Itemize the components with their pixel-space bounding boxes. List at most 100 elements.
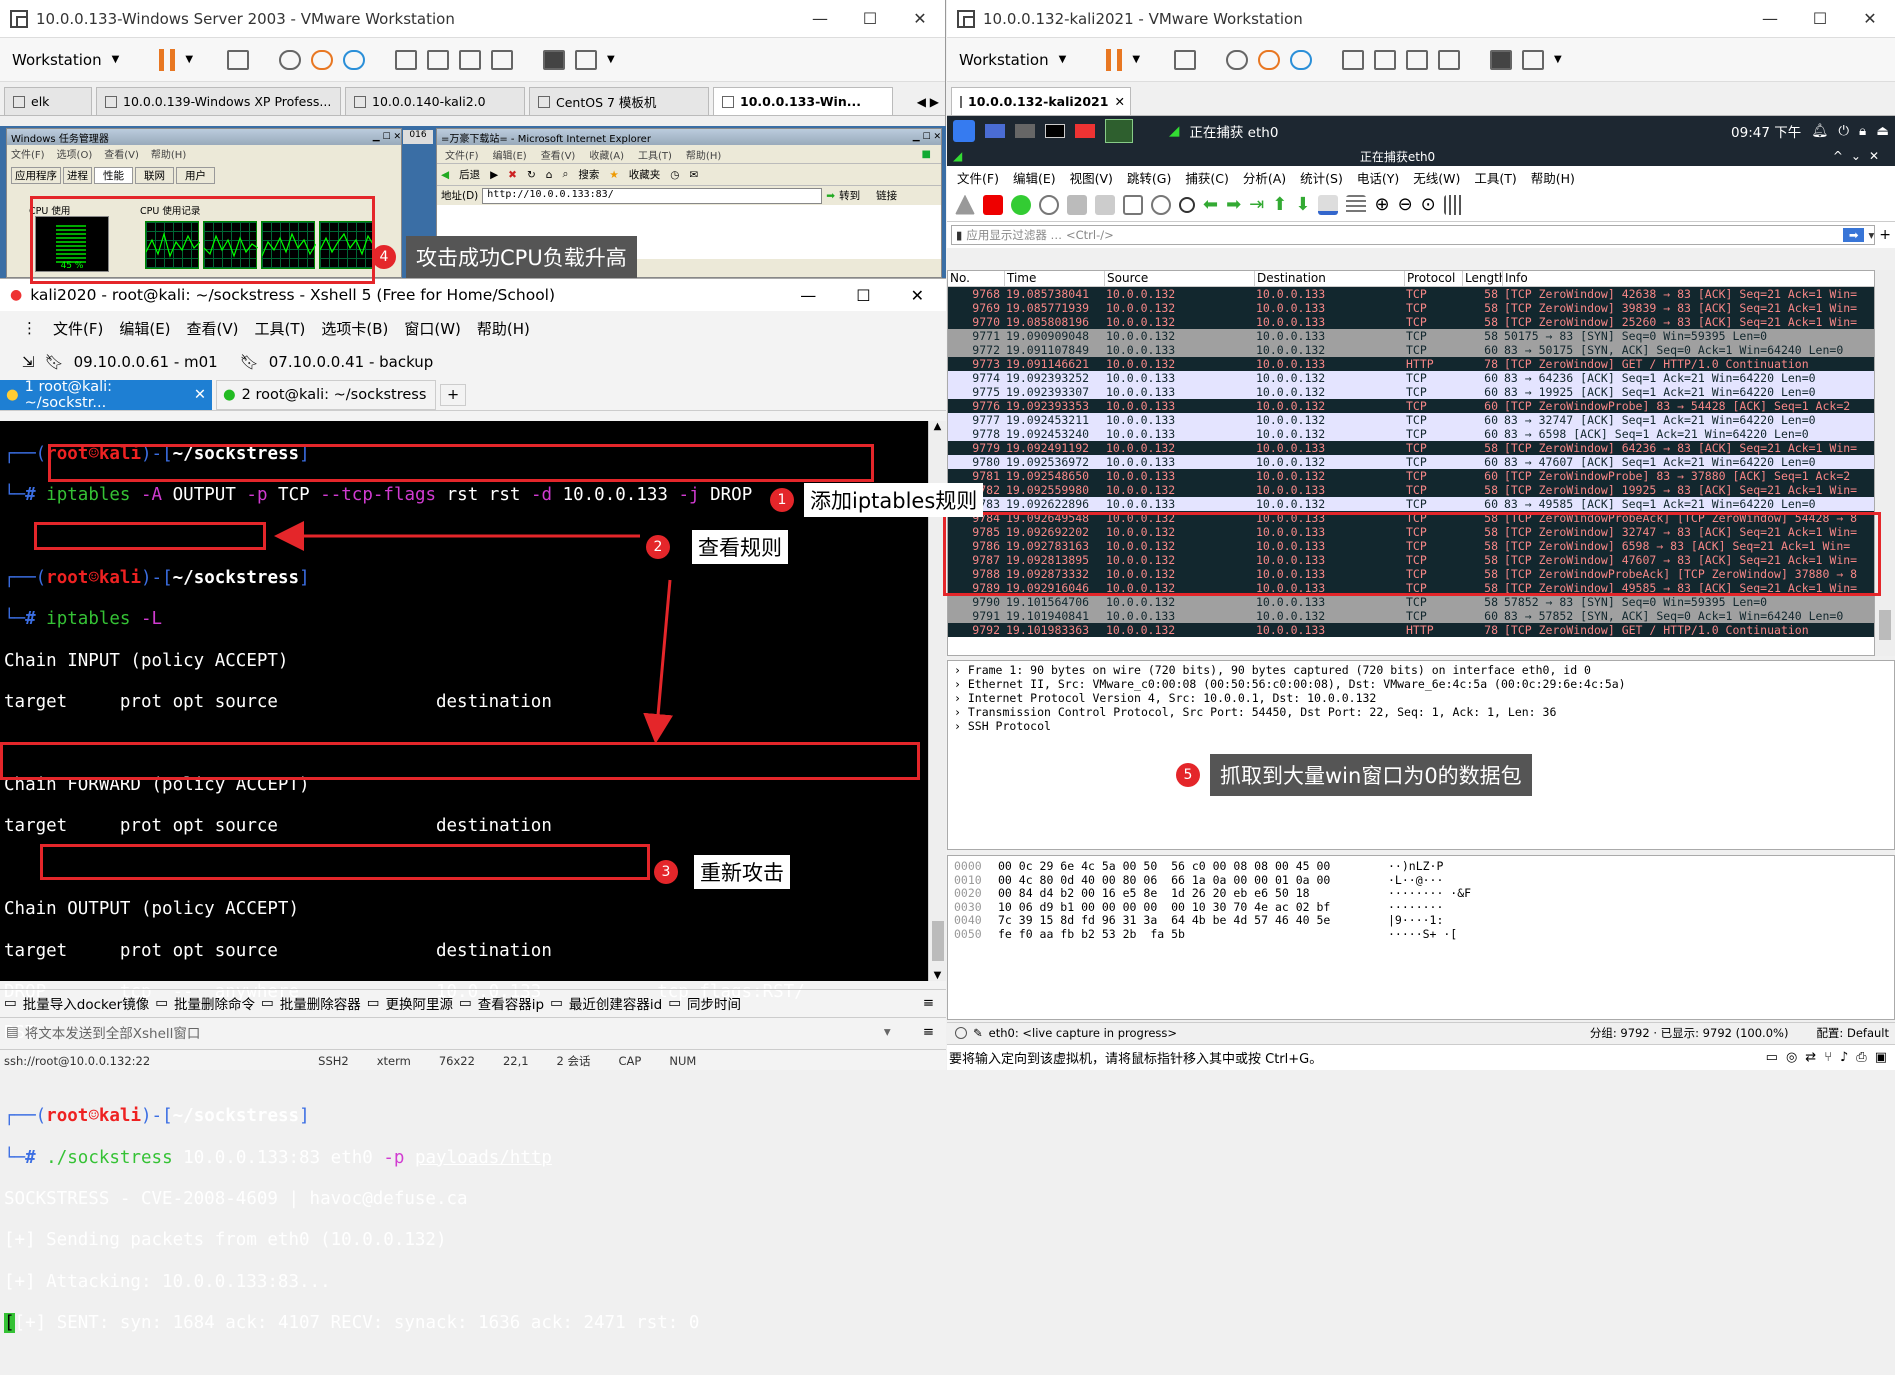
go-to-packet-icon[interactable]: ⇥ <box>1249 194 1264 215</box>
expand-icon[interactable]: › <box>954 691 968 705</box>
apply-filter-icon[interactable]: ➡ <box>1842 228 1865 242</box>
vm-tab-active[interactable]: 10.0.0.132-kali2021 ✕ <box>951 87 1131 115</box>
minimize-button[interactable]: — <box>1745 9 1795 28</box>
scroll-thumb[interactable] <box>1879 610 1891 640</box>
snapshot-manager-icon[interactable] <box>1290 49 1313 70</box>
zoom-normal-icon[interactable]: ⊙ <box>1421 194 1436 215</box>
usb-icon[interactable]: ⑂ <box>1824 1050 1832 1065</box>
packet-row[interactable]: 9768 19.085738041 10.0.0.132 10.0.0.133 TCP 5… <box>948 287 1874 301</box>
column-header-no[interactable]: No. <box>948 271 1004 286</box>
column-header-protocol[interactable]: Protocol <box>1404 271 1462 286</box>
zoom-in-icon[interactable]: ⊕ <box>1374 194 1389 215</box>
menu-item[interactable]: 视图(V) <box>1070 168 1113 187</box>
menu-item[interactable]: 工具(T) <box>1474 168 1516 187</box>
start-capture-icon[interactable] <box>955 194 975 215</box>
menu-item[interactable]: 帮助(H) <box>1531 168 1575 187</box>
snapshot-icon[interactable] <box>1226 49 1249 70</box>
logout-icon[interactable]: ⏏ <box>1876 123 1895 139</box>
printer-icon[interactable]: ⎙ <box>1856 1050 1866 1065</box>
restart-capture-icon[interactable] <box>1011 194 1031 215</box>
capture-options-icon[interactable] <box>1039 194 1059 215</box>
thumbnail-icon[interactable] <box>1374 49 1397 70</box>
packet-row[interactable]: 9769 19.085771939 10.0.0.132 10.0.0.133 TCP 5… <box>948 301 1874 315</box>
menu-item[interactable]: 跳转(G) <box>1127 168 1171 187</box>
hex-row[interactable]: 0000 00 0c 29 6e 4c 5a 00 50 56 c0 00 08 … <box>948 859 1894 874</box>
notification-icon[interactable]: 🔔︎ <box>1811 123 1828 139</box>
wireshark-task-icon[interactable] <box>1105 119 1133 143</box>
hex-row[interactable]: 0010 00 4c 80 0d 40 00 80 06 66 1a 0a 00 … <box>948 873 1894 888</box>
hex-row[interactable]: 0040 7c 39 15 8d fd 96 31 3a 64 4b be 4d … <box>948 913 1894 928</box>
open-file-icon[interactable] <box>1067 194 1087 215</box>
expand-icon[interactable]: › <box>954 663 968 677</box>
comment-icon[interactable]: ✎ <box>973 1026 983 1040</box>
close-file-icon[interactable] <box>1123 194 1143 215</box>
detail-row[interactable]: › SSH Protocol <box>954 719 1894 733</box>
packet-row[interactable]: 9782 19.092559980 10.0.0.132 10.0.0.133 TCP 5… <box>948 483 1874 497</box>
packet-row[interactable]: 9773 19.091146621 10.0.0.132 10.0.0.133 HTTP… <box>948 357 1874 371</box>
packet-row[interactable]: 9783 19.092622896 10.0.0.133 10.0.0.132 TCP 6… <box>948 497 1874 511</box>
packet-row[interactable]: 9791 19.101940841 10.0.0.133 10.0.0.132 TCP 6… <box>948 609 1874 623</box>
bookmark-icon[interactable]: ▮ <box>956 228 962 242</box>
sound-icon[interactable]: ♪ <box>1840 1050 1848 1065</box>
lock-icon[interactable]: 🔒︎ <box>1859 123 1866 139</box>
files-icon[interactable] <box>1015 124 1035 138</box>
menu-item[interactable]: 文件(F) <box>957 168 999 187</box>
column-header-source[interactable]: Source <box>1104 271 1254 286</box>
expert-info-icon[interactable] <box>955 1026 967 1039</box>
go-forward-icon[interactable]: ➡ <box>1226 194 1241 215</box>
packet-row[interactable]: 9792 19.101983363 10.0.0.132 10.0.0.133 HTTP… <box>948 623 1874 637</box>
packet-row[interactable]: 9777 19.092453211 10.0.0.133 10.0.0.132 TCP 6… <box>948 413 1874 427</box>
packet-row[interactable]: 9781 19.092548650 10.0.0.133 10.0.0.132 TCP 6… <box>948 469 1874 483</box>
menu-item[interactable]: 统计(S) <box>1300 168 1343 187</box>
packet-row[interactable]: 9778 19.092453240 10.0.0.133 10.0.0.132 TCP 6… <box>948 427 1874 441</box>
workstation-menu[interactable]: Workstation <box>959 51 1049 69</box>
add-filter-button[interactable]: + <box>1879 227 1891 243</box>
packet-row[interactable]: 9779 19.092491192 10.0.0.132 10.0.0.133 TCP 5… <box>948 441 1874 455</box>
menu-item[interactable]: 无线(W) <box>1413 168 1460 187</box>
packet-row[interactable]: 9775 19.092393307 10.0.0.133 10.0.0.132 TCP 6… <box>948 385 1874 399</box>
expand-icon[interactable]: › <box>954 719 968 733</box>
library-icon[interactable] <box>1342 49 1365 70</box>
last-packet-icon[interactable]: ⬇ <box>1295 194 1310 215</box>
column-header-info[interactable]: Info <box>1502 271 1874 286</box>
power-icon[interactable]: ⏻ <box>1838 123 1849 139</box>
hdd-icon[interactable]: ▭ <box>1766 1050 1778 1065</box>
hex-row[interactable]: 0020 00 84 d4 b2 00 16 e5 8e 1d 26 20 eb … <box>948 886 1894 901</box>
autoscroll-icon[interactable] <box>1318 194 1339 215</box>
packet-row[interactable]: 9772 19.091107849 10.0.0.133 10.0.0.132 TCP 6… <box>948 343 1874 357</box>
maximize-button[interactable]: ☐ <box>1795 9 1845 28</box>
find-packet-icon[interactable] <box>1179 196 1195 213</box>
packet-row[interactable]: 9771 19.090909048 10.0.0.132 10.0.0.133 TCP 5… <box>948 329 1874 343</box>
packet-row[interactable]: 9770 19.085808196 10.0.0.132 10.0.0.133 TCP 5… <box>948 315 1874 329</box>
menu-item[interactable]: 编辑(E) <box>1013 168 1056 187</box>
expand-icon[interactable]: › <box>954 705 968 719</box>
chevron-down-icon[interactable]: ▼ <box>1554 54 1562 65</box>
packet-row[interactable]: 9780 19.092536972 10.0.0.133 10.0.0.132 TCP 6… <box>948 455 1874 469</box>
first-packet-icon[interactable]: ⬆ <box>1272 194 1287 215</box>
go-back-icon[interactable]: ⬅ <box>1203 194 1218 215</box>
chevron-down-icon[interactable]: ▼ <box>1059 54 1067 65</box>
stop-capture-icon[interactable] <box>983 194 1003 215</box>
display-icon[interactable]: ▣ <box>1875 1050 1887 1065</box>
reload-icon[interactable] <box>1151 194 1171 215</box>
kali-taskbar-item[interactable]: 正在捕获 eth0 <box>1189 121 1278 141</box>
detail-row[interactable]: › Frame 1: 90 bytes on wire (720 bits), … <box>954 663 1894 677</box>
packet-row[interactable]: 9774 19.092393252 10.0.0.133 10.0.0.132 TCP 6… <box>948 371 1874 385</box>
network-icon[interactable]: ⇄ <box>1805 1050 1816 1065</box>
expand-icon[interactable]: › <box>954 677 968 691</box>
fullscreen-icon[interactable] <box>1406 49 1429 70</box>
column-header-destination[interactable]: Destination <box>1254 271 1404 286</box>
chevron-down-icon[interactable]: ▾ <box>1868 228 1874 242</box>
hex-row[interactable]: 0050 fe f0 aa fb b2 53 2b fa 5b ·····S+ ·[ <box>948 927 1894 942</box>
column-header-time[interactable]: Time <box>1004 271 1104 286</box>
menu-item[interactable]: 捕获(C) <box>1185 168 1228 187</box>
profile-status[interactable]: 配置: Default <box>1816 1025 1895 1041</box>
save-file-icon[interactable] <box>1095 194 1115 215</box>
detail-row[interactable]: › Ethernet II, Src: VMware_c0:00:08 (00:… <box>954 677 1894 691</box>
tab-close-icon[interactable]: ✕ <box>1114 94 1124 109</box>
console-icon[interactable] <box>1490 49 1513 70</box>
chevron-down-icon[interactable]: ▼ <box>1132 54 1140 65</box>
display-filter-input[interactable]: ▮ 应用显示过滤器 … <Ctrl-/> ➡ ▾ <box>951 225 1876 245</box>
pause-icon[interactable] <box>1106 48 1123 71</box>
browser-icon[interactable] <box>1075 124 1095 138</box>
